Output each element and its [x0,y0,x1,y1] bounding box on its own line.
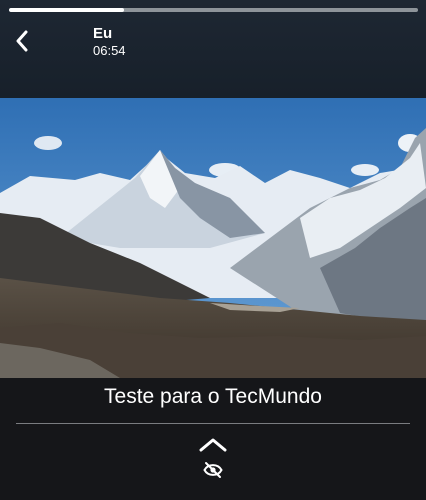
story-header: Eu 06:54 [0,0,426,98]
eye-slash-icon[interactable] [203,461,223,479]
story-timestamp: 06:54 [93,43,126,58]
story-author-name: Eu [93,25,113,42]
story-caption: Teste para o TecMundo [104,385,322,408]
chevron-up-icon[interactable] [198,437,228,453]
caption-divider [16,423,410,424]
chevron-left-icon [16,30,28,52]
story-progress-bar [9,8,418,12]
story-photo [0,98,426,378]
story-progress-fill [9,8,124,12]
back-button[interactable] [10,28,34,54]
